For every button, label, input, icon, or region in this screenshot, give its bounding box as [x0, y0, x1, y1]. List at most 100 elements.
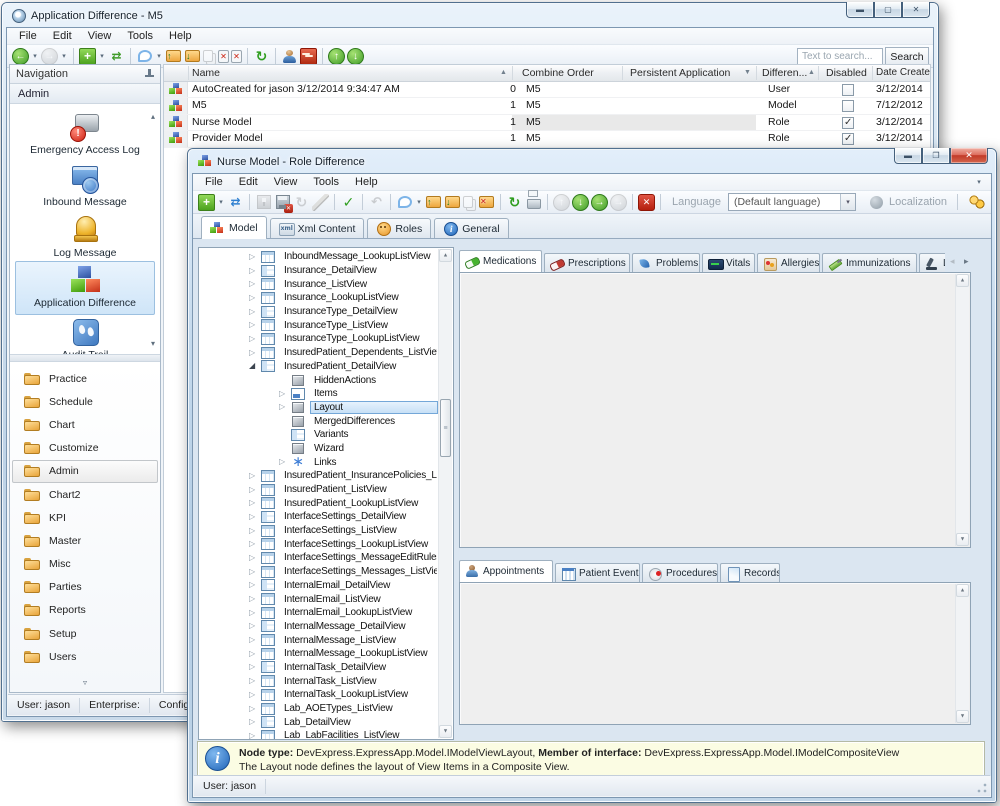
print-icon[interactable] — [527, 199, 541, 209]
patient-tab[interactable]: Prescriptions — [544, 253, 630, 272]
minimize-button[interactable]: ▬ — [846, 2, 874, 18]
nav-folder-item[interactable]: Reports — [12, 599, 158, 622]
expander-icon[interactable] — [249, 609, 258, 617]
scroll-up-icon[interactable] — [439, 249, 452, 262]
expander-icon[interactable] — [279, 458, 288, 466]
sort-asc-icon[interactable]: ▲ — [500, 69, 507, 76]
tree-item[interactable]: InboundMessage_LookupListView — [199, 250, 438, 264]
column-header-difference[interactable]: Differen... — [762, 67, 807, 79]
column-header-date-created[interactable]: Date Created — [876, 67, 931, 78]
tab-scroll-left-icon[interactable]: ◂ — [950, 256, 955, 267]
patient-tab[interactable]: Lab Orders — [919, 253, 945, 272]
close-button[interactable]: ✕ — [950, 148, 988, 164]
comment-icon[interactable] — [138, 50, 152, 62]
expander-icon[interactable] — [249, 691, 258, 699]
expander-icon[interactable] — [249, 335, 258, 343]
localization-icon[interactable] — [870, 196, 883, 209]
nav-folder-item[interactable]: Admin — [12, 460, 158, 483]
column-header-combine-order[interactable]: Combine Order — [522, 67, 594, 79]
tree-item[interactable]: InsuranceType_LookupListView — [199, 332, 438, 346]
menu-item[interactable]: File — [197, 175, 231, 189]
table-row[interactable]: M5 1 M5 Model 7/12/2012 — [164, 98, 930, 114]
nav-folder-item[interactable]: Users — [12, 645, 158, 668]
new-dropdown-icon[interactable] — [98, 52, 106, 60]
menu-overflow-icon[interactable] — [975, 178, 983, 186]
tree-item[interactable]: Insurance_DetailView — [199, 264, 438, 278]
tree-item[interactable]: InsuredPatient_Dependents_ListView — [199, 346, 438, 360]
tree-item[interactable]: Items — [199, 387, 438, 401]
refresh-icon[interactable] — [506, 194, 523, 211]
expander-icon[interactable] — [249, 280, 258, 288]
menu-item[interactable]: Tools — [305, 175, 347, 189]
disabled-checkbox[interactable] — [842, 84, 854, 96]
column-header-name[interactable]: Name — [192, 67, 220, 79]
tree-item[interactable]: InsuranceType_ListView — [199, 318, 438, 332]
nav-folder-item[interactable]: Chart — [12, 413, 158, 436]
tree-item[interactable]: InsuredPatient_DetailView — [199, 360, 438, 374]
nav-folder-item[interactable]: Master — [12, 529, 158, 552]
tree-item[interactable]: InternalTask_ListView — [199, 674, 438, 688]
expander-icon[interactable] — [249, 732, 258, 739]
user-icon[interactable] — [281, 48, 298, 65]
search-input[interactable] — [797, 48, 883, 65]
tree-item[interactable]: InterfaceSettings_DetailView — [199, 510, 438, 524]
tree-item[interactable]: Wizard — [199, 442, 438, 456]
export-folder-icon[interactable] — [445, 196, 460, 208]
disabled-checkbox[interactable] — [842, 100, 854, 112]
disabled-checkbox[interactable] — [842, 117, 854, 129]
tree-item[interactable]: InsuredPatient_ListView — [199, 483, 438, 497]
pin-icon[interactable] — [144, 69, 154, 79]
scroll-up-icon[interactable] — [956, 584, 969, 597]
tree-item[interactable]: InterfaceSettings_MessageEditRules_Li... — [199, 551, 438, 565]
nav-item[interactable]: Application Difference — [15, 261, 155, 315]
nav-item[interactable]: Emergency Access Log — [15, 112, 155, 156]
menu-item[interactable]: Edit — [45, 29, 80, 43]
menu-item[interactable]: File — [11, 29, 45, 43]
panel-scrollbar[interactable] — [955, 584, 969, 723]
document-tab[interactable]: Xml Content — [270, 218, 365, 238]
resize-grip[interactable] — [976, 782, 988, 794]
tree-item[interactable]: Insurance_ListView — [199, 277, 438, 291]
folders-overflow-icon[interactable]: ▿ — [83, 678, 87, 687]
import-folder-icon[interactable] — [166, 50, 181, 62]
expander-icon[interactable] — [249, 663, 258, 671]
nav-group-header[interactable]: Admin — [10, 84, 160, 104]
expander-icon[interactable] — [249, 636, 258, 644]
menu-item[interactable]: View — [80, 29, 120, 43]
patient-tab[interactable]: Appointments — [459, 560, 553, 582]
title-bar[interactable]: Application Difference - M5 — [12, 7, 163, 24]
expander-icon[interactable] — [249, 718, 258, 726]
menu-item[interactable]: Edit — [231, 175, 266, 189]
validate-icon[interactable] — [340, 194, 357, 211]
undo-icon[interactable] — [368, 194, 385, 211]
delete-icon[interactable] — [218, 50, 229, 63]
tree-item[interactable]: InternalTask_DetailView — [199, 661, 438, 675]
refresh-icon[interactable] — [253, 48, 270, 65]
patient-tab[interactable]: Vitals — [702, 253, 755, 272]
combo-dropdown-icon[interactable] — [840, 194, 855, 210]
expander-icon[interactable] — [279, 403, 288, 411]
move-up-icon[interactable] — [328, 48, 345, 65]
expander-icon[interactable] — [249, 622, 258, 630]
refresh-disabled-icon[interactable] — [293, 194, 310, 211]
tree-item[interactable]: Lab_LabFacilities_ListView — [199, 729, 438, 739]
tree-item[interactable]: InternalMessage_ListView — [199, 633, 438, 647]
nav-folder-item[interactable]: Misc — [12, 553, 158, 576]
tree-item[interactable]: Insurance_LookupListView — [199, 291, 438, 305]
expander-icon[interactable] — [249, 595, 258, 603]
expander-icon[interactable] — [279, 390, 288, 398]
language-combobox[interactable]: (Default language) — [728, 193, 856, 211]
comment-dropdown-icon[interactable] — [155, 52, 163, 60]
tree-item[interactable]: MergedDifferences — [199, 414, 438, 428]
expander-icon[interactable] — [249, 267, 258, 275]
expander-icon[interactable] — [249, 705, 258, 713]
scrollbar-thumb[interactable] — [440, 399, 451, 457]
tree-item[interactable]: InsuredPatient_InsurancePolicies_ListVie… — [199, 469, 438, 483]
tree-item[interactable]: InsuredPatient_LookupListView — [199, 496, 438, 510]
nav-splitter[interactable] — [10, 355, 160, 362]
nav-folder-item[interactable]: Chart2 — [12, 483, 158, 506]
assign-button[interactable] — [108, 48, 125, 65]
close-button[interactable]: ✕ — [902, 2, 930, 18]
menu-item[interactable]: Help — [161, 29, 200, 43]
scroll-up-icon[interactable] — [956, 274, 969, 287]
